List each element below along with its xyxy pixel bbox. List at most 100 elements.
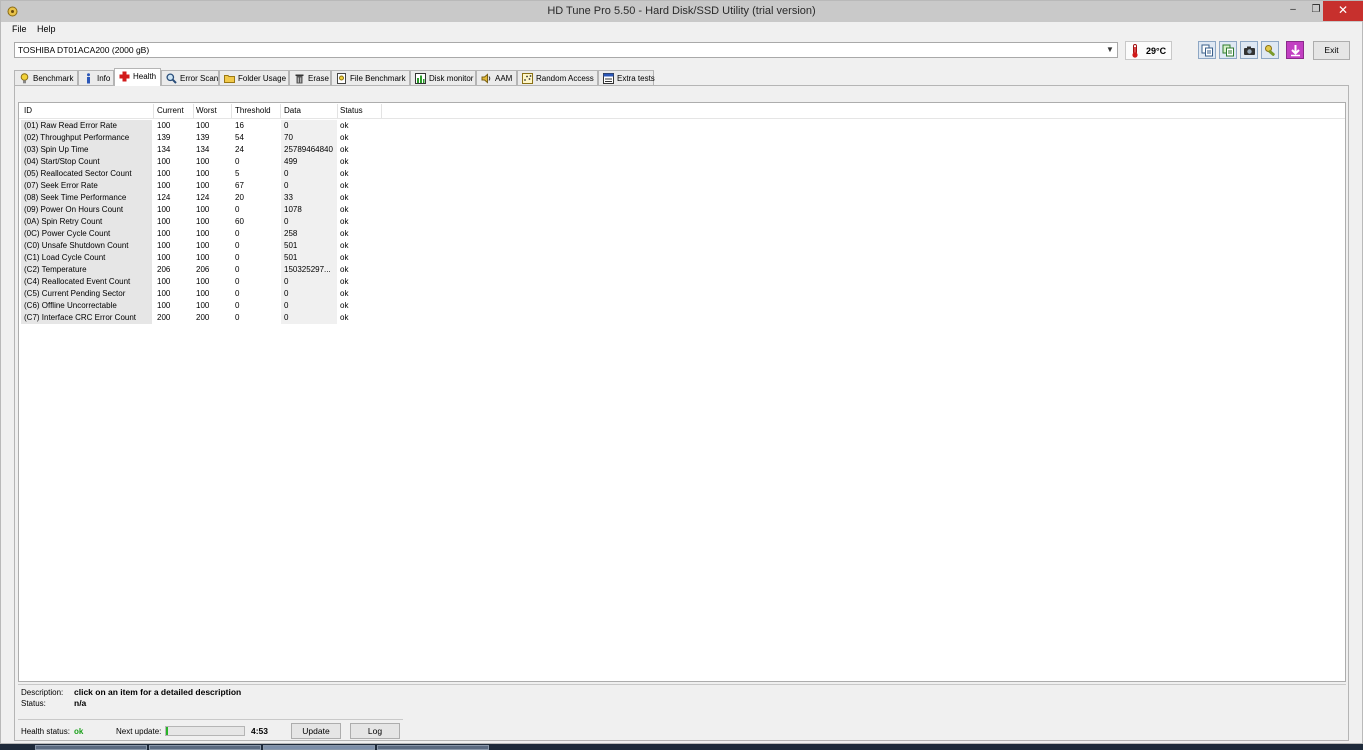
title-bar[interactable]: HD Tune Pro 5.50 - Hard Disk/SSD Utility… bbox=[1, 1, 1363, 22]
update-button[interactable]: Update bbox=[291, 723, 341, 739]
tab-error-scan[interactable]: Error Scan bbox=[161, 70, 219, 86]
table-row[interactable]: (0A) Spin Retry Count 100 100 60 0 ok bbox=[19, 216, 381, 228]
table-row[interactable]: (C2) Temperature 206 206 0 150325297... ok bbox=[19, 264, 381, 276]
table-row[interactable]: (09) Power On Hours Count 100 100 0 1078 ok bbox=[19, 204, 381, 216]
header-divider bbox=[381, 104, 382, 118]
cell-current: 100 bbox=[157, 253, 171, 262]
table-row[interactable]: (01) Raw Read Error Rate 100 100 16 0 ok bbox=[19, 120, 381, 132]
tab-random-access[interactable]: Random Access bbox=[517, 70, 598, 86]
table-row[interactable]: (02) Throughput Performance 139 139 54 70 ok bbox=[19, 132, 381, 144]
cell-current: 100 bbox=[157, 169, 171, 178]
tab-label: Health bbox=[133, 72, 157, 81]
tab-extra-tests[interactable]: Extra tests bbox=[598, 70, 655, 86]
log-button[interactable]: Log bbox=[350, 723, 400, 739]
status-label: Status: bbox=[21, 699, 46, 708]
progress-fill bbox=[166, 727, 168, 735]
menu-help[interactable]: Help bbox=[37, 24, 56, 34]
cell-data: 499 bbox=[284, 157, 298, 166]
drive-select[interactable]: TOSHIBA DT01ACA200 (2000 gB) ▼ bbox=[14, 42, 1118, 58]
header-divider bbox=[337, 104, 338, 118]
table-row[interactable]: (05) Reallocated Sector Count 100 100 5 0 ok bbox=[19, 168, 381, 180]
header-id[interactable]: ID bbox=[24, 106, 32, 115]
window-title: HD Tune Pro 5.50 - Hard Disk/SSD Utility… bbox=[547, 5, 816, 17]
tab-disk-monitor[interactable]: Disk monitor bbox=[410, 70, 476, 86]
taskbar-item[interactable] bbox=[149, 745, 261, 750]
table-row[interactable]: (04) Start/Stop Count 100 100 0 499 ok bbox=[19, 156, 381, 168]
tab-label: Erase bbox=[308, 74, 329, 83]
cell-threshold: 16 bbox=[235, 121, 244, 130]
header-threshold[interactable]: Threshold bbox=[235, 106, 271, 115]
cell-id: (01) Raw Read Error Rate bbox=[24, 121, 117, 130]
health-cross-icon bbox=[119, 71, 130, 82]
cell-current: 124 bbox=[157, 193, 171, 202]
cell-status: ok bbox=[340, 313, 349, 322]
cell-threshold: 20 bbox=[235, 193, 244, 202]
cell-data: 0 bbox=[284, 217, 289, 226]
cell-data: 0 bbox=[284, 181, 289, 190]
header-data[interactable]: Data bbox=[284, 106, 301, 115]
cell-status: ok bbox=[340, 265, 349, 274]
description-value: click on an item for a detailed descript… bbox=[74, 687, 242, 697]
cell-data: 258 bbox=[284, 229, 298, 238]
cell-worst: 100 bbox=[196, 241, 210, 250]
cell-status: ok bbox=[340, 289, 349, 298]
cell-worst: 139 bbox=[196, 133, 210, 142]
cell-data: 0 bbox=[284, 289, 289, 298]
cell-id: (04) Start/Stop Count bbox=[24, 157, 100, 166]
options-button[interactable] bbox=[1261, 41, 1279, 59]
cell-worst: 100 bbox=[196, 157, 210, 166]
header-current[interactable]: Current bbox=[157, 106, 184, 115]
copy-all-button[interactable] bbox=[1219, 41, 1237, 59]
taskbar-item[interactable] bbox=[35, 745, 147, 750]
tab-label: Info bbox=[97, 74, 111, 83]
screenshot-button[interactable] bbox=[1240, 41, 1258, 59]
cell-status: ok bbox=[340, 301, 349, 310]
cell-data: 501 bbox=[284, 253, 298, 262]
header-status[interactable]: Status bbox=[340, 106, 363, 115]
table-row[interactable]: (07) Seek Error Rate 100 100 67 0 ok bbox=[19, 180, 381, 192]
cell-current: 100 bbox=[157, 229, 171, 238]
cell-current: 200 bbox=[157, 313, 171, 322]
save-button[interactable] bbox=[1286, 41, 1304, 59]
copy-button[interactable] bbox=[1198, 41, 1216, 59]
table-row[interactable]: (C4) Reallocated Event Count 100 100 0 0 ok bbox=[19, 276, 381, 288]
tab-info[interactable]: Info bbox=[78, 70, 114, 86]
table-row[interactable]: (0C) Power Cycle Count 100 100 0 258 ok bbox=[19, 228, 381, 240]
table-row[interactable]: (C1) Load Cycle Count 100 100 0 501 ok bbox=[19, 252, 381, 264]
table-row[interactable]: (C5) Current Pending Sector 100 100 0 0 ok bbox=[19, 288, 381, 300]
trash-icon bbox=[295, 74, 304, 84]
tab-file-benchmark[interactable]: File Benchmark bbox=[331, 70, 410, 86]
cell-worst: 100 bbox=[196, 121, 210, 130]
menu-file[interactable]: File bbox=[12, 24, 27, 34]
cell-data: 33 bbox=[284, 193, 293, 202]
table-row[interactable]: (C6) Offline Uncorrectable 100 100 0 0 ok bbox=[19, 300, 381, 312]
tab-erase[interactable]: Erase bbox=[289, 70, 331, 86]
chevron-down-icon[interactable]: ▼ bbox=[1103, 43, 1117, 57]
random-access-icon bbox=[522, 73, 533, 84]
taskbar-item[interactable] bbox=[377, 745, 489, 750]
table-row[interactable]: (08) Seek Time Performance 124 124 20 33 ok bbox=[19, 192, 381, 204]
tab-health[interactable]: Health bbox=[114, 68, 161, 86]
cell-current: 100 bbox=[157, 301, 171, 310]
close-button[interactable]: ✕ bbox=[1323, 1, 1363, 21]
cell-id: (C1) Load Cycle Count bbox=[24, 253, 106, 262]
table-row[interactable]: (03) Spin Up Time 134 134 24 25789464840 ok bbox=[19, 144, 381, 156]
tab-benchmark[interactable]: Benchmark bbox=[14, 70, 78, 86]
exit-button[interactable]: Exit bbox=[1313, 41, 1350, 60]
tab-folder-usage[interactable]: Folder Usage bbox=[219, 70, 289, 86]
header-worst[interactable]: Worst bbox=[196, 106, 217, 115]
table-row[interactable]: (C7) Interface CRC Error Count 200 200 0 0 ok bbox=[19, 312, 381, 324]
temperature-value: 29°C bbox=[1146, 46, 1167, 56]
table-row[interactable]: (C0) Unsafe Shutdown Count 100 100 0 501 ok bbox=[19, 240, 381, 252]
next-update-progress bbox=[165, 726, 245, 736]
magnifier-icon bbox=[166, 73, 177, 84]
tab-label: Disk monitor bbox=[429, 74, 474, 83]
tab-aam[interactable]: AAM bbox=[476, 70, 517, 86]
smart-attributes-table[interactable]: ID Current Worst Threshold Data Status (… bbox=[18, 102, 1346, 682]
cell-threshold: 24 bbox=[235, 145, 244, 154]
cell-worst: 100 bbox=[196, 301, 210, 310]
cell-status: ok bbox=[340, 241, 349, 250]
cell-threshold: 60 bbox=[235, 217, 244, 226]
cell-current: 100 bbox=[157, 205, 171, 214]
taskbar-item[interactable] bbox=[263, 745, 375, 750]
